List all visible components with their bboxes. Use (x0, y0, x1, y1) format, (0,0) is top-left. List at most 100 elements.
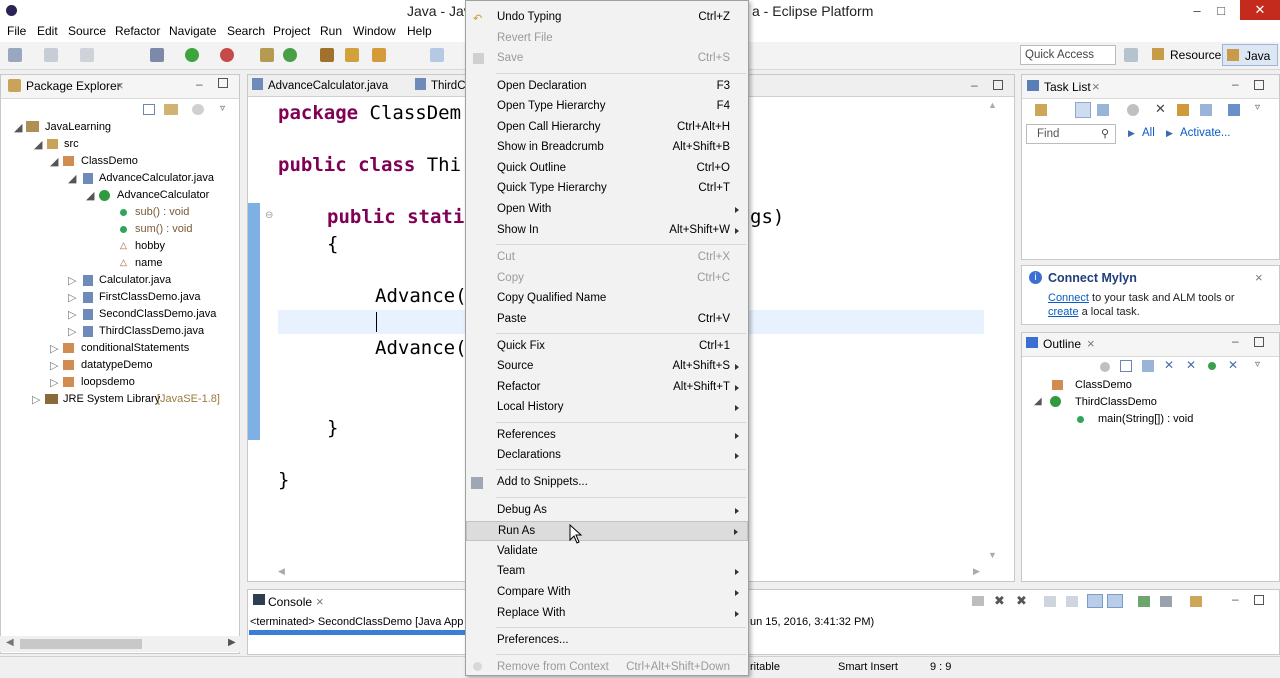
expand-arrow-icon[interactable]: ◢ (50, 155, 58, 168)
close-tab-icon[interactable]: × (316, 594, 324, 609)
menu-item-refactor[interactable]: Refactor Alt+Shift+T (466, 378, 748, 398)
menu-source[interactable]: Source (68, 24, 106, 38)
outline-item[interactable]: main(String[]) : void (1098, 413, 1193, 425)
mylyn-create-link[interactable]: create (1048, 306, 1079, 318)
menu-file[interactable]: File (7, 24, 26, 38)
search-tool-icon[interactable] (372, 48, 386, 62)
expand-arrow-icon[interactable]: ◢ (68, 172, 76, 185)
tree-item-project[interactable]: JavaLearning (45, 121, 111, 133)
tree-item-method[interactable]: sum() : void (135, 223, 192, 235)
code-line[interactable]: } (278, 469, 289, 491)
menu-window[interactable]: Window (353, 24, 396, 38)
expand-arrow-icon[interactable]: ◢ (1034, 396, 1042, 407)
link-editor-icon[interactable] (164, 104, 178, 115)
console-maximize-icon[interactable] (1254, 595, 1264, 605)
close-tab-icon[interactable]: × (1092, 79, 1100, 94)
scroll-left-icon[interactable]: ◀ (6, 637, 14, 648)
external-tools-icon[interactable] (220, 48, 234, 62)
remove-all-launches-icon[interactable]: ✖ (1016, 593, 1027, 609)
collapse-arrow-icon[interactable]: ▷ (50, 376, 58, 389)
focus-active-task-icon[interactable] (192, 104, 204, 115)
outline-item[interactable]: ThirdClassDemo (1075, 396, 1157, 408)
scheduled-icon[interactable] (1097, 104, 1109, 116)
quick-access-input[interactable]: Quick Access (1020, 45, 1116, 65)
menu-item-open-type-hierarchy[interactable]: Open Type Hierarchy F4 (466, 97, 748, 117)
minimize-view-icon[interactable]: – (1232, 77, 1239, 91)
collapse-arrow-icon[interactable]: ▷ (68, 291, 76, 304)
code-line[interactable]: } (327, 417, 338, 439)
maximize-icon[interactable]: □ (1206, 0, 1236, 22)
menu-item-show-in-breadcrumb[interactable]: Show in Breadcrumb Alt+Shift+B (466, 138, 748, 158)
outline-item[interactable]: ClassDemo (1075, 379, 1132, 391)
tree-item-library[interactable]: JRE System Library (63, 393, 160, 405)
debug-icon[interactable] (150, 48, 164, 62)
editor-tab-advancecalculator[interactable]: AdvanceCalculator.java (268, 80, 388, 92)
focus-icon[interactable] (1200, 104, 1212, 116)
collapse-arrow-icon[interactable]: ▷ (50, 359, 58, 372)
menu-item-copy[interactable]: Copy Ctrl+C (466, 269, 748, 289)
tree-item-file[interactable]: FirstClassDemo.java (99, 291, 200, 303)
menu-item-undo-typing[interactable]: Undo Typing Ctrl+Z (466, 8, 748, 28)
horizontal-scrollbar[interactable]: ◀ ▶ (0, 636, 240, 652)
fold-icon[interactable]: ⊖ (265, 210, 273, 221)
display-console-icon[interactable] (1160, 596, 1172, 607)
pin-console-icon[interactable] (1138, 596, 1150, 607)
menu-item-paste[interactable]: Paste Ctrl+V (466, 310, 748, 330)
view-menu-icon[interactable]: ▿ (1255, 102, 1260, 113)
task-find-input[interactable]: Find ⚲ (1026, 124, 1116, 144)
collapse-arrow-icon[interactable]: ▷ (68, 274, 76, 287)
synchronize-icon[interactable] (1177, 104, 1189, 116)
maximize-view-icon[interactable] (1254, 337, 1264, 347)
clear-console-icon[interactable] (1044, 596, 1056, 607)
collapse-all-icon[interactable]: ✕ (1155, 101, 1166, 117)
menu-project[interactable]: Project (273, 24, 310, 38)
view-menu-icon[interactable]: ▿ (1255, 359, 1260, 370)
menu-item-replace-with[interactable]: Replace With (466, 604, 748, 624)
expand-arrow-icon[interactable]: ◢ (34, 138, 42, 151)
show-console-stdout-icon[interactable] (1087, 594, 1103, 608)
view-menu-icon[interactable]: ▿ (220, 103, 225, 114)
minimize-view-icon[interactable]: – (1232, 334, 1239, 348)
code-line[interactable]: public stati (327, 206, 464, 228)
task-all-link[interactable]: All (1142, 127, 1155, 139)
menu-item-preferences[interactable]: Preferences... (466, 631, 748, 651)
new-class-icon[interactable] (283, 48, 297, 62)
menu-item-show-in[interactable]: Show In Alt+Shift+W (466, 221, 748, 241)
menu-navigate[interactable]: Navigate (169, 24, 216, 38)
menu-run[interactable]: Run (320, 24, 342, 38)
console-terminate-icon[interactable] (972, 596, 984, 606)
menu-edit[interactable]: Edit (37, 24, 58, 38)
code-line[interactable]: package ClassDem (278, 102, 461, 124)
menu-item-open-with[interactable]: Open With (466, 200, 748, 220)
close-tab-icon[interactable]: × (1087, 336, 1095, 351)
categorized-icon[interactable] (1075, 102, 1091, 118)
tree-item-field[interactable]: name (135, 257, 163, 269)
menu-item-team[interactable]: Team (466, 562, 748, 582)
close-tab-icon[interactable]: × (116, 78, 124, 93)
hide-static-icon[interactable]: ✕ (1186, 358, 1196, 372)
menu-item-cut[interactable]: Cut Ctrl+X (466, 248, 748, 268)
new-java-project-icon[interactable] (260, 48, 274, 62)
menu-item-run-as[interactable]: Run As (466, 521, 748, 541)
code-line[interactable]: Advance( (375, 285, 467, 307)
tree-item-file[interactable]: ThirdClassDemo.java (99, 325, 204, 337)
editor-tab-thirdclassdemo[interactable]: ThirdC (431, 80, 466, 92)
menu-item-quick-outline[interactable]: Quick Outline Ctrl+O (466, 159, 748, 179)
menu-item-source[interactable]: Source Alt+Shift+S (466, 357, 748, 377)
hide-nonpublic-icon[interactable] (1208, 362, 1216, 370)
editor-vertical-scrollbar[interactable]: ▲ ▼ (988, 100, 998, 560)
code-line[interactable]: { (327, 233, 338, 255)
menu-item-quick-fix[interactable]: Quick Fix Ctrl+1 (466, 337, 748, 357)
outline-tab[interactable]: Outline (1043, 337, 1081, 351)
editor-maximize-icon[interactable] (993, 80, 1003, 90)
close-window-icon[interactable]: ✕ (1240, 0, 1280, 20)
maximize-view-icon[interactable] (218, 78, 228, 88)
menu-item-copy-qualified-name[interactable]: Copy Qualified Name (466, 289, 748, 309)
open-perspective-icon[interactable] (1124, 48, 1138, 62)
tree-item-package[interactable]: datatypeDemo (81, 359, 153, 371)
menu-item-declarations[interactable]: Declarations (466, 446, 748, 466)
remove-launch-icon[interactable]: ✖ (994, 593, 1005, 609)
menu-item-local-history[interactable]: Local History (466, 398, 748, 418)
collapse-arrow-icon[interactable]: ▷ (50, 342, 58, 355)
minimize-view-icon[interactable]: – (196, 77, 203, 91)
